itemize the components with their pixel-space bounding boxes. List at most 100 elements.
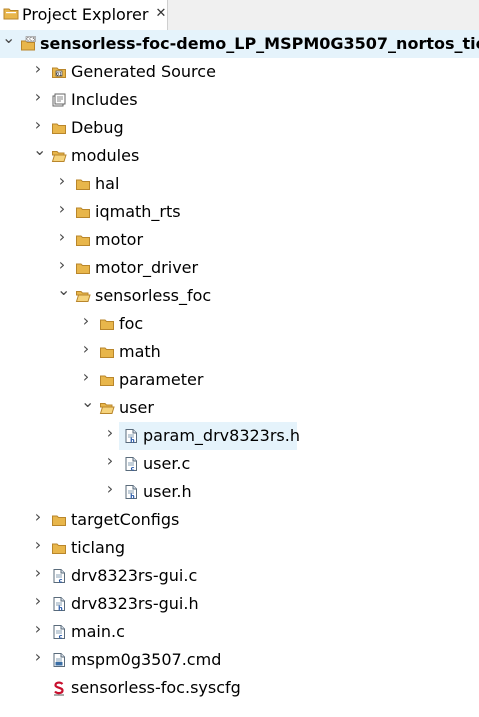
chevron-down-icon[interactable]: ⌄ [33,142,46,158]
c-file-icon: c [125,457,137,472]
tree-item-label: Includes [71,90,138,109]
folder-icon [76,207,90,218]
chevron-right-icon[interactable]: › [33,565,43,581]
chevron-right-icon[interactable]: › [105,481,115,497]
tree-item-math[interactable]: › math [0,338,479,366]
h-file-icon: h [125,429,137,444]
tree-item-user-c[interactable]: › c user.c [0,450,479,478]
chevron-right-icon[interactable]: › [33,509,43,525]
binary-folder-icon: 01 [52,67,66,78]
tree-item-iqmath-rts[interactable]: › iqmath_rts [0,198,479,226]
tree-item-label: targetConfigs [71,510,180,529]
tree-item-ticlang[interactable]: › ticlang [0,534,479,562]
chevron-right-icon[interactable]: › [105,425,115,441]
svg-text:h: h [58,604,63,612]
svg-text:c: c [131,464,135,472]
tree-item-label: iqmath_rts [95,202,181,221]
folder-icon [76,179,90,190]
svg-text:c: c [59,632,63,640]
syscfg-icon [54,681,64,696]
tree-item-user[interactable]: ⌄ user [0,394,479,422]
chevron-down-icon[interactable]: ⌄ [57,282,70,298]
tree-item-param-drv8323rs-h[interactable]: › h param_drv8323rs.h [0,422,479,450]
project-explorer-icon [3,8,19,20]
tree-item-label: drv8323rs-gui.h [71,594,199,613]
tree-item-drv8323rs-gui-c[interactable]: › c drv8323rs-gui.c [0,562,479,590]
folder-open-icon [99,403,115,414]
svg-text:CCS: CCS [26,37,35,43]
folder-open-icon [51,151,67,162]
chevron-right-icon[interactable]: › [57,229,67,245]
tree-item-label: motor_driver [95,258,199,277]
tab-project-explorer[interactable]: Project Explorer ✕ [0,0,168,30]
h-file-icon: h [53,597,65,612]
tree-item-includes[interactable]: › Includes [0,86,479,114]
chevron-right-icon[interactable]: › [57,257,67,273]
tab-title: Project Explorer [22,4,149,24]
tree-item-modules[interactable]: ⌄ modules [0,142,479,170]
chevron-right-icon[interactable]: › [33,649,43,665]
folder-icon [100,319,114,330]
chevron-right-icon[interactable]: › [33,593,43,609]
h-file-icon: h [125,485,137,500]
chevron-right-icon[interactable]: › [81,313,91,329]
tree-item-label: modules [71,146,140,165]
svg-text:01: 01 [56,71,62,77]
tree-item-label: Generated Source [71,62,216,81]
chevron-right-icon[interactable]: › [33,61,43,77]
tree-item-label: foc [119,314,144,333]
chevron-right-icon[interactable]: › [81,341,91,357]
svg-text:h: h [130,492,135,500]
tree-item-label: parameter [119,370,204,389]
tree-item-label: user.h [143,482,192,501]
tree-item-label: mspm0g3507.cmd [71,650,222,669]
chevron-right-icon[interactable]: › [57,201,67,217]
tree-item-label: Debug [71,118,124,137]
folder-icon [76,263,90,274]
tree-item-label: hal [95,174,120,193]
includes-icon [52,93,66,107]
chevron-right-icon[interactable]: › [33,89,43,105]
tree-item-mspm0g3507-cmd[interactable]: › mspm0g3507.cmd [0,646,479,674]
folder-open-icon [75,291,91,302]
folder-icon [100,375,114,386]
tree-item-targetconfigs[interactable]: › targetConfigs [0,506,479,534]
tree-item-label: sensorless-foc-demo_LP_MSPM0G3507_nortos… [40,34,479,53]
tree-item-drv8323rs-gui-h[interactable]: › h drv8323rs-gui.h [0,590,479,618]
chevron-right-icon[interactable]: › [81,369,91,385]
folder-icon [52,515,66,526]
tree-item-label: main.c [71,622,125,641]
tree-item-hal[interactable]: › hal [0,170,479,198]
chevron-right-icon[interactable]: › [33,117,43,133]
chevron-right-icon[interactable]: › [57,173,67,189]
tree-item-main-c[interactable]: › c main.c [0,618,479,646]
c-file-icon: c [53,569,65,584]
close-icon[interactable]: ✕ [155,6,166,21]
tree-item-debug[interactable]: › Debug [0,114,479,142]
chevron-down-icon[interactable]: ⌄ [81,394,94,410]
chevron-right-icon[interactable]: › [33,621,43,637]
chevron-right-icon[interactable]: › [105,453,115,469]
tree-item-sensorless-foc[interactable]: ⌄ sensorless_foc [0,282,479,310]
tree-item-motor-driver[interactable]: › motor_driver [0,254,479,282]
tree-item-label: math [119,342,161,361]
folder-icon [76,235,90,246]
tree-item-user-h[interactable]: › h user.h [0,478,479,506]
tree-item-label: param_drv8323rs.h [143,426,300,445]
c-file-icon: c [53,625,65,640]
chevron-down-icon[interactable]: ⌄ [2,30,15,46]
tree-item-syscfg[interactable]: sensorless-foc.syscfg [0,674,479,702]
folder-icon [100,347,114,358]
tree-item-label: sensorless-foc.syscfg [71,678,241,697]
chevron-right-icon[interactable]: › [33,537,43,553]
tree-item-project[interactable]: ⌄ CCS sensorless-foc-demo_LP_MSPM0G3507_n… [0,30,479,58]
tree-item-label: motor [95,230,144,249]
tree-item-parameter[interactable]: › parameter [0,366,479,394]
view-tab-strip: Project Explorer ✕ [0,0,479,31]
tree-item-motor[interactable]: › motor [0,226,479,254]
tree-item-generated-source[interactable]: › 01 Generated Source [0,58,479,86]
tree-item-foc[interactable]: › foc [0,310,479,338]
svg-text:c: c [59,576,63,584]
folder-icon [52,123,66,134]
cmd-file-icon [53,653,65,667]
